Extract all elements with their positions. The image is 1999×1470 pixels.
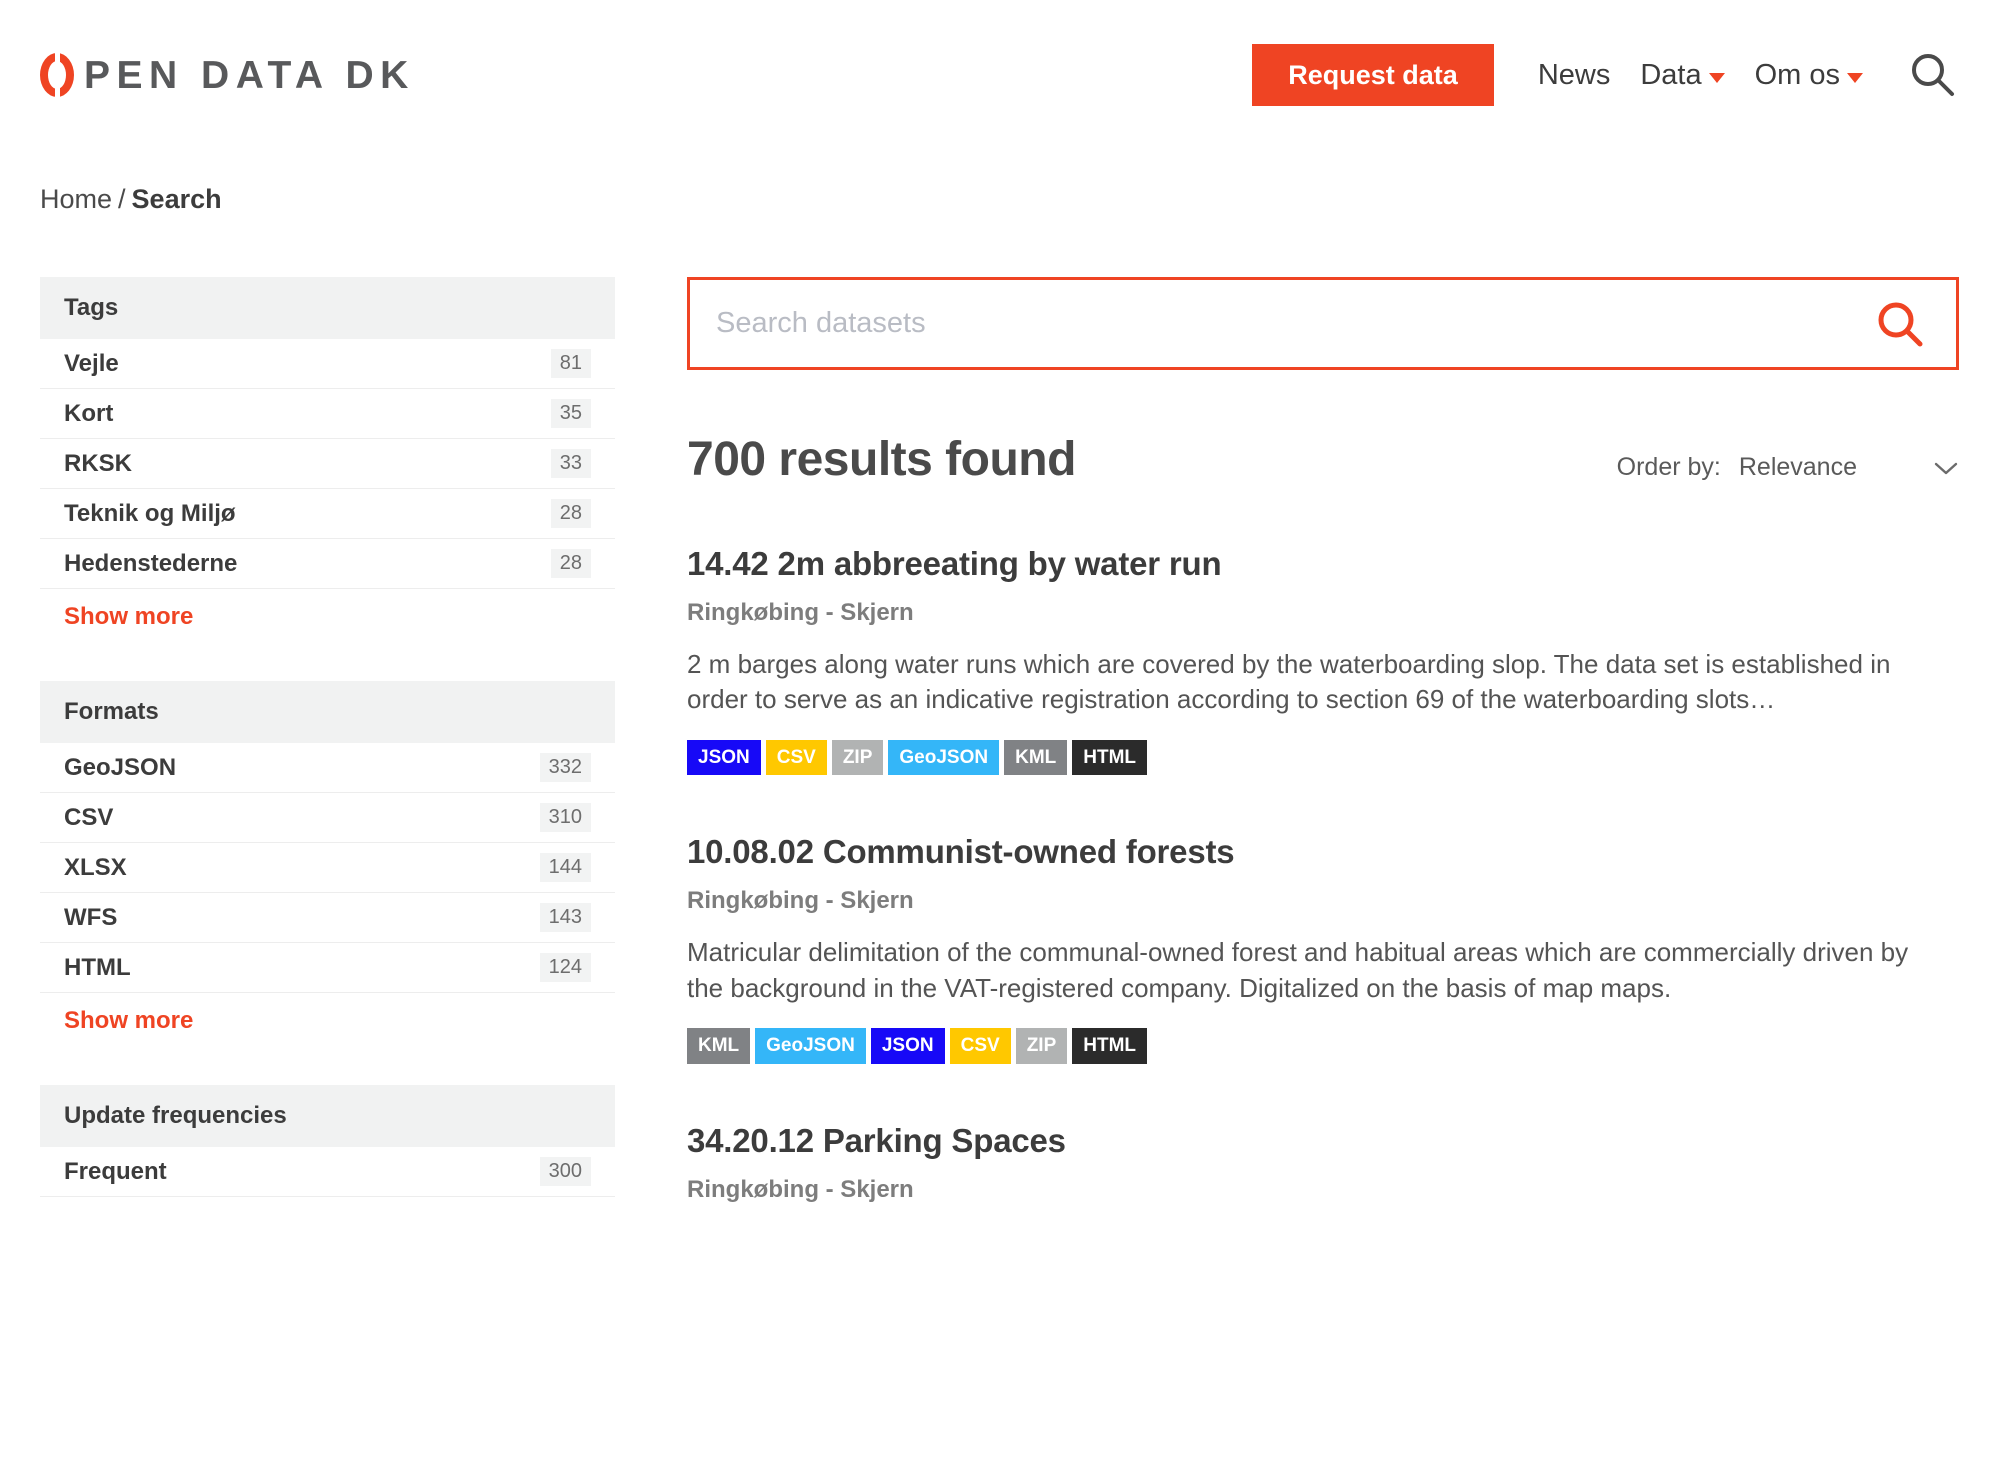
format-badge-geojson[interactable]: GeoJSON — [888, 739, 1000, 776]
result-title[interactable]: 34.20.12 Parking Spaces — [687, 1122, 1959, 1160]
facet-sidebar: Tags Vejle 81 Kort 35 RKSK 33 Teknik og … — [40, 277, 615, 1204]
search-icon[interactable] — [1907, 49, 1959, 101]
result-title[interactable]: 10.08.02 Communist-owned forests — [687, 833, 1959, 871]
nav-item-data-label: Data — [1640, 58, 1702, 91]
breadcrumb-current: Search — [131, 184, 222, 214]
facet-row[interactable]: HTML 124 — [40, 943, 615, 993]
nav-item-om-os[interactable]: Om os — [1755, 59, 1863, 92]
result-organization: Ringkøbing - Skjern — [687, 1175, 914, 1203]
result-description: 2 m barges along water runs which are co… — [687, 649, 1891, 715]
order-by-label: Order by: — [1616, 453, 1721, 481]
facet-label: Vejle — [64, 349, 119, 377]
open-data-ring-icon — [40, 51, 74, 99]
format-badge-kml[interactable]: KML — [1004, 739, 1068, 776]
site-logo[interactable]: PEN DATA DK — [40, 51, 415, 99]
facet-label: CSV — [64, 803, 114, 831]
facet-row[interactable]: Vejle 81 — [40, 339, 615, 389]
format-badge-html[interactable]: HTML — [1072, 739, 1148, 776]
facet-label: Kort — [64, 399, 114, 427]
facet-row[interactable]: CSV 310 — [40, 793, 615, 843]
facet-count: 143 — [539, 903, 591, 932]
facet-count: 332 — [539, 753, 591, 782]
facet-label: WFS — [64, 903, 118, 931]
search-result-item: 14.42 2m abbreeating by water run Ringkø… — [687, 545, 1959, 776]
facet-label: Teknik og Miljø — [64, 499, 236, 527]
facet-count: 33 — [550, 449, 591, 478]
search-results-panel: 700 results found Order by: Relevance 14… — [615, 277, 1959, 1204]
result-format-badges: KML GeoJSON JSON CSV ZIP HTML — [687, 1028, 1959, 1064]
facet-count: 300 — [539, 1157, 591, 1186]
caret-down-icon — [1708, 73, 1725, 83]
facet-count: 28 — [550, 549, 591, 578]
facet-label: XLSX — [64, 853, 127, 881]
nav-item-om-os-label: Om os — [1754, 58, 1840, 91]
facet-row[interactable]: Frequent 300 — [40, 1147, 615, 1197]
facet-row[interactable]: Hedenstederne 28 — [40, 539, 615, 589]
result-organization: Ringkøbing - Skjern — [687, 599, 914, 626]
breadcrumb: Home / Search — [0, 184, 1999, 215]
results-count: 700 results found — [687, 433, 1076, 486]
results-header: 700 results found Order by: Relevance — [687, 432, 1959, 487]
facet-tags-show-more[interactable]: Show more — [40, 589, 217, 631]
facet-formats: Formats GeoJSON 332 CSV 310 XLSX 144 WFS… — [40, 681, 615, 1035]
facet-row[interactable]: XLSX 144 — [40, 843, 615, 893]
facet-row[interactable]: GeoJSON 332 — [40, 743, 615, 793]
format-badge-kml[interactable]: KML — [687, 1028, 751, 1064]
facet-update-frequencies-header: Update frequencies — [40, 1085, 615, 1147]
search-submit-button[interactable] — [1870, 298, 1930, 350]
nav-item-news-label: News — [1537, 58, 1611, 91]
result-description: Matricular delimitation of the communal-… — [687, 937, 1909, 1003]
search-result-item: 34.20.12 Parking Spaces Ringkøbing - Skj… — [687, 1122, 1959, 1204]
chevron-down-icon — [1933, 460, 1959, 476]
nav-item-data[interactable]: Data — [1640, 58, 1725, 92]
facet-spacer — [40, 1035, 615, 1085]
facet-update-frequencies: Update frequencies Frequent 300 — [40, 1085, 615, 1197]
facet-count: 35 — [550, 399, 591, 428]
search-bar — [687, 277, 1959, 370]
facet-spacer — [40, 631, 615, 681]
facet-tags-header: Tags — [40, 277, 615, 339]
format-badge-html[interactable]: HTML — [1072, 1028, 1148, 1064]
search-result-item: 10.08.02 Communist-owned forests Ringkøb… — [687, 833, 1959, 1064]
facet-row[interactable]: Kort 35 — [40, 389, 615, 439]
breadcrumb-separator: / — [118, 184, 126, 214]
logo-text: PEN DATA DK — [84, 53, 415, 97]
format-badge-csv[interactable]: CSV — [765, 739, 827, 776]
facet-formats-show-more[interactable]: Show more — [40, 993, 217, 1035]
facet-count: 144 — [539, 853, 591, 882]
format-badge-zip[interactable]: ZIP — [831, 739, 884, 776]
result-organization: Ringkøbing - Skjern — [687, 887, 914, 915]
result-title[interactable]: 14.42 2m abbreeating by water run — [687, 545, 1959, 583]
request-data-button[interactable]: Request data — [1252, 44, 1494, 106]
site-header: PEN DATA DK Request data News Data Om os — [0, 0, 1999, 150]
format-badge-csv[interactable]: CSV — [949, 1028, 1011, 1064]
facet-count: 124 — [539, 953, 591, 982]
result-format-badges: JSON CSV ZIP GeoJSON KML HTML — [687, 739, 1959, 776]
facet-label: RKSK — [64, 449, 133, 477]
format-badge-json[interactable]: JSON — [687, 739, 761, 776]
facet-tags: Tags Vejle 81 Kort 35 RKSK 33 Teknik og … — [40, 277, 615, 631]
format-badge-geojson[interactable]: GeoJSON — [755, 1028, 866, 1064]
facet-count: 81 — [550, 349, 591, 378]
page-layout: Tags Vejle 81 Kort 35 RKSK 33 Teknik og … — [0, 277, 1999, 1204]
main-navigation: Request data News Data Om os — [1252, 0, 1959, 150]
nav-item-news[interactable]: News — [1538, 59, 1611, 92]
facet-count: 310 — [539, 803, 591, 832]
format-badge-json[interactable]: JSON — [870, 1028, 945, 1064]
breadcrumb-home[interactable]: Home — [40, 184, 112, 214]
facet-row[interactable]: Teknik og Miljø 28 — [40, 489, 615, 539]
caret-down-icon — [1847, 73, 1863, 83]
facet-label: Hedenstederne — [64, 549, 238, 577]
facet-label: HTML — [64, 953, 131, 981]
search-input[interactable] — [716, 293, 1870, 354]
order-by-value: Relevance — [1738, 453, 1857, 481]
facet-count: 28 — [550, 499, 591, 528]
order-by-select[interactable]: Order by: Relevance — [1617, 453, 1959, 486]
format-badge-zip[interactable]: ZIP — [1015, 1028, 1068, 1064]
facet-formats-header: Formats — [40, 681, 615, 743]
facet-row[interactable]: RKSK 33 — [40, 439, 615, 489]
facet-label: Frequent — [64, 1157, 167, 1185]
facet-label: GeoJSON — [64, 753, 177, 781]
facet-row[interactable]: WFS 143 — [40, 893, 615, 943]
